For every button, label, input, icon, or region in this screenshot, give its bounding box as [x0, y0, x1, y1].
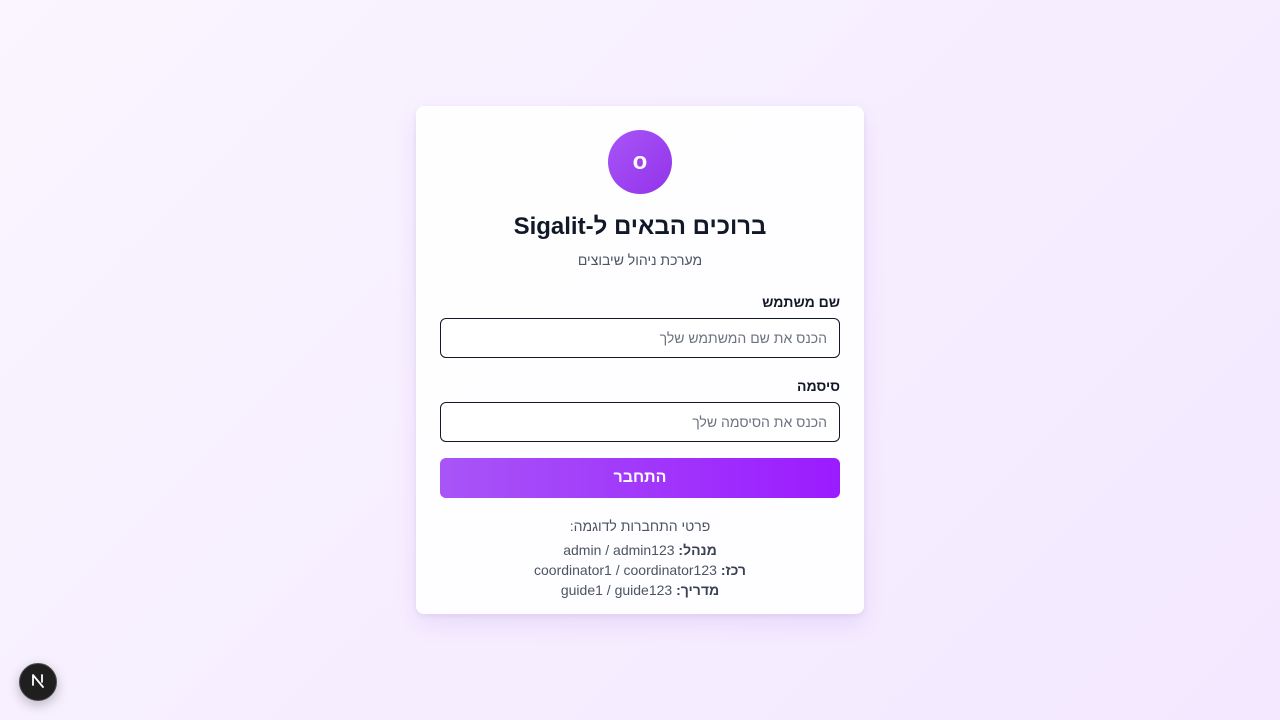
app-logo: o: [608, 130, 672, 194]
demo-credentials-row: מנהל: admin / admin123: [440, 540, 840, 560]
page-title: ברוכים הבאים ל-Sigalit: [513, 213, 767, 240]
password-input[interactable]: [440, 402, 840, 442]
demo-credentials-value: coordinator1 / coordinator123: [534, 562, 717, 578]
password-label: סיסמה: [797, 378, 840, 394]
login-button[interactable]: התחבר: [440, 458, 840, 498]
demo-credentials-row: מדריך: guide1 / guide123: [440, 580, 840, 600]
demo-credentials-title: פרטי התחברות לדוגמה:: [569, 518, 711, 534]
username-label: שם משתמש: [762, 294, 840, 310]
username-field-group: שם משתמש: [440, 292, 840, 358]
login-card: o ברוכים הבאים ל-Sigalit מערכת ניהול שיב…: [416, 106, 864, 614]
login-form: שם משתמש סיסמה התחבר: [440, 292, 840, 498]
demo-role: מנהל:: [678, 542, 717, 558]
demo-role: מדריך:: [676, 582, 720, 598]
demo-credentials-value: guide1 / guide123: [560, 582, 673, 598]
page-subtitle: מערכת ניהול שיבוצים: [577, 252, 703, 268]
app-logo-letter: o: [632, 148, 648, 175]
demo-credentials: פרטי התחברות לדוגמה: מנהל: admin / admin…: [440, 516, 840, 600]
nextjs-dev-badge[interactable]: [19, 663, 57, 701]
nextjs-logo-icon: [29, 671, 47, 694]
demo-credentials-value: admin / admin123: [563, 542, 675, 558]
demo-credentials-row: רכז: coordinator1 / coordinator123: [440, 560, 840, 580]
password-field-group: סיסמה: [440, 376, 840, 442]
username-input[interactable]: [440, 318, 840, 358]
demo-role: רכז:: [720, 562, 746, 578]
